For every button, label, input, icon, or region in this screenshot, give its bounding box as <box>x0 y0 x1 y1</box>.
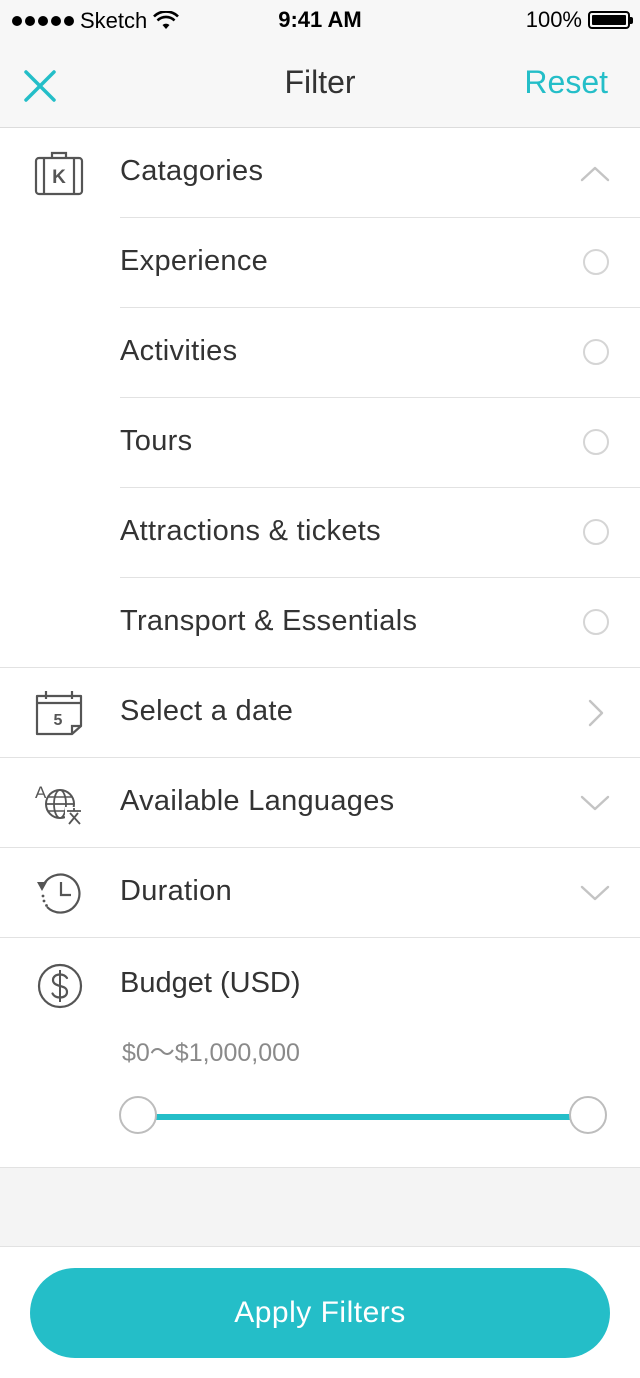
category-radio[interactable] <box>583 339 609 365</box>
budget-min-handle[interactable] <box>119 1096 157 1134</box>
categories-label: Catagories <box>120 155 264 187</box>
category-radio[interactable] <box>583 609 609 635</box>
categories-header[interactable]: K Catagories <box>0 128 640 218</box>
svg-text:5: 5 <box>54 712 63 729</box>
category-option-experience[interactable]: Experience <box>0 218 640 308</box>
category-option-label: Transport & Essentials <box>120 605 418 637</box>
budget-label: Budget (USD) <box>120 967 301 999</box>
chevron-up-icon[interactable] <box>580 158 610 188</box>
history-clock-icon <box>37 873 81 914</box>
category-option-tours[interactable]: Tours <box>0 398 640 488</box>
luggage-icon: K <box>34 151 84 196</box>
duration-row[interactable]: Duration <box>0 848 640 938</box>
status-right: 100% <box>525 7 633 33</box>
languages-label: Available Languages <box>120 785 395 817</box>
calendar-icon: 5 <box>35 691 83 736</box>
translate-icon: A <box>35 783 83 825</box>
category-radio[interactable] <box>583 249 609 275</box>
category-option-label: Activities <box>120 335 238 367</box>
status-bar: Sketch 9:41 AM 100% <box>0 0 640 40</box>
svg-text:K: K <box>52 167 66 188</box>
budget-section: Budget (USD) $0～$1,000,000 <box>0 938 640 1168</box>
category-option-label: Tours <box>120 425 193 457</box>
category-radio[interactable] <box>583 519 609 545</box>
chevron-down-icon <box>580 795 610 811</box>
svg-text:A: A <box>35 783 47 802</box>
chevron-down-icon <box>580 885 610 901</box>
dollar-circle-icon <box>37 963 83 1009</box>
chevron-right-icon <box>588 699 604 727</box>
category-option-label: Attractions & tickets <box>120 515 381 547</box>
category-radio[interactable] <box>583 429 609 455</box>
duration-label: Duration <box>120 875 233 907</box>
budget-slider-track[interactable] <box>138 1114 588 1120</box>
languages-row[interactable]: A Available Languages <box>0 758 640 848</box>
category-option-transport[interactable]: Transport & Essentials <box>0 578 640 668</box>
category-option-activities[interactable]: Activities <box>0 308 640 398</box>
nav-bar: Filter Reset <box>0 40 640 128</box>
budget-max-handle[interactable] <box>569 1096 607 1134</box>
bottom-bar: Apply Filters <box>0 1246 640 1378</box>
battery-percent: 100% <box>525 7 582 32</box>
battery-icon <box>588 11 633 29</box>
select-date-row[interactable]: 5 Select a date <box>0 668 640 758</box>
category-option-label: Experience <box>120 245 269 277</box>
reset-button[interactable]: Reset <box>524 64 608 101</box>
filter-list: K Catagories Experience Activities Tours… <box>0 128 640 1168</box>
apply-filters-button[interactable]: Apply Filters <box>30 1268 610 1358</box>
category-option-attractions[interactable]: Attractions & tickets <box>0 488 640 578</box>
select-date-label: Select a date <box>120 695 294 727</box>
budget-range-text: $0～$1,000,000 <box>122 1039 300 1067</box>
